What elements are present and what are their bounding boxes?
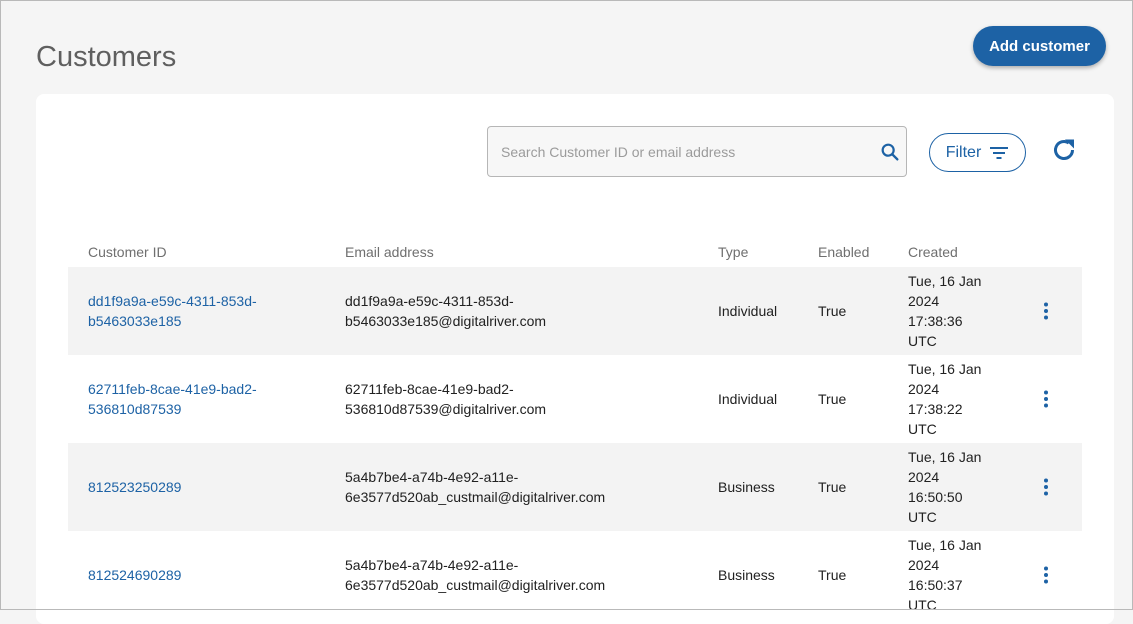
email-cell: 5a4b7be4-a74b-4e92-a11e- 6e3577d520ab_cu… xyxy=(345,469,606,505)
search-input[interactable] xyxy=(488,127,868,176)
table-row[interactable]: 62711feb-8cae-41e9-bad2- 536810d87539 62… xyxy=(68,355,1082,443)
more-vertical-icon[interactable] xyxy=(1036,301,1056,321)
type-cell: Business xyxy=(718,567,775,583)
filter-button[interactable]: Filter xyxy=(929,133,1026,172)
type-cell: Business xyxy=(718,479,775,495)
search-box[interactable] xyxy=(487,126,907,177)
created-cell: Tue, 16 Jan 2024 17:38:36 UTC xyxy=(908,273,982,349)
enabled-cell: True xyxy=(818,391,847,407)
email-cell: dd1f9a9a-e59c-4311-853d- b5463033e185@di… xyxy=(345,293,547,329)
search-icon[interactable] xyxy=(879,141,901,163)
customer-id-link[interactable]: dd1f9a9a-e59c-4311-853d- b5463033e185 xyxy=(88,291,257,331)
filter-label: Filter xyxy=(945,143,982,161)
table-header: Customer ID Email address Type Enabled C… xyxy=(68,234,1082,267)
email-cell: 5a4b7be4-a74b-4e92-a11e- 6e3577d520ab_cu… xyxy=(345,557,606,593)
refresh-icon[interactable] xyxy=(1050,136,1078,164)
enabled-cell: True xyxy=(818,567,847,583)
email-cell: 62711feb-8cae-41e9-bad2- 536810d87539@di… xyxy=(345,381,547,417)
type-cell: Individual xyxy=(718,391,778,407)
enabled-cell: True xyxy=(818,303,847,319)
page-title: Customers xyxy=(36,41,177,73)
column-header-type[interactable]: Type xyxy=(718,244,748,260)
created-cell: Tue, 16 Jan 2024 16:50:50 UTC xyxy=(908,449,982,525)
table-row[interactable]: 812523250289 5a4b7be4-a74b-4e92-a11e- 6e… xyxy=(68,443,1082,531)
column-header-customer-id[interactable]: Customer ID xyxy=(88,244,167,260)
created-cell: Tue, 16 Jan 2024 17:38:22 UTC xyxy=(908,361,982,437)
column-header-created[interactable]: Created xyxy=(908,244,958,260)
column-header-enabled[interactable]: Enabled xyxy=(818,244,869,260)
filter-icon xyxy=(990,146,1009,159)
column-header-email[interactable]: Email address xyxy=(345,244,434,260)
table-row[interactable]: dd1f9a9a-e59c-4311-853d- b5463033e185 dd… xyxy=(68,267,1082,355)
table-row[interactable]: 812524690289 5a4b7be4-a74b-4e92-a11e- 6e… xyxy=(68,531,1082,619)
customers-table: Customer ID Email address Type Enabled C… xyxy=(68,234,1082,619)
more-vertical-icon[interactable] xyxy=(1036,389,1056,409)
more-vertical-icon[interactable] xyxy=(1036,565,1056,585)
more-vertical-icon[interactable] xyxy=(1036,477,1056,497)
customer-id-link[interactable]: 812524690289 xyxy=(88,565,181,585)
created-cell: Tue, 16 Jan 2024 16:50:37 UTC xyxy=(908,537,982,613)
enabled-cell: True xyxy=(818,479,847,495)
customer-id-link[interactable]: 62711feb-8cae-41e9-bad2- 536810d87539 xyxy=(88,379,257,419)
customers-card: Filter Customer ID Email address Type En… xyxy=(36,94,1114,624)
type-cell: Individual xyxy=(718,303,778,319)
add-customer-button[interactable]: Add customer xyxy=(973,26,1106,66)
customer-id-link[interactable]: 812523250289 xyxy=(88,477,181,497)
